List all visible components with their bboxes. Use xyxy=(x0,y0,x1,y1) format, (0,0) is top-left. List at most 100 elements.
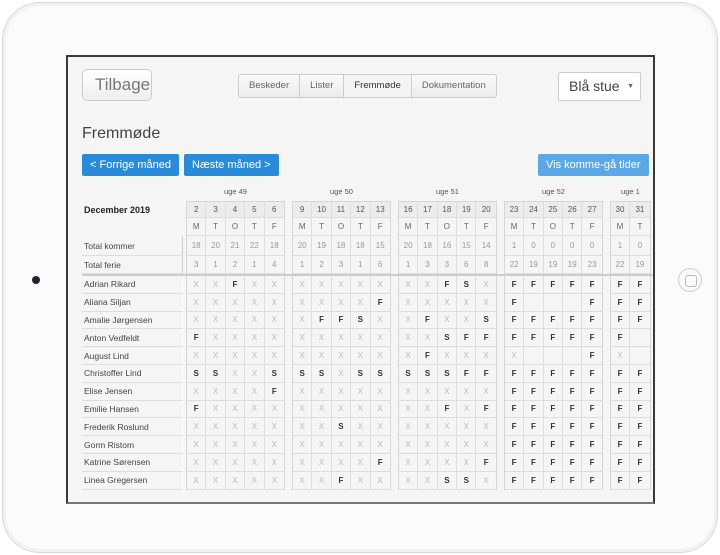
attendance-cell[interactable]: X xyxy=(187,347,207,365)
attendance-cell[interactable]: X xyxy=(225,471,246,490)
attendance-cell[interactable]: F xyxy=(524,311,544,330)
attendance-cell[interactable]: X xyxy=(370,312,390,330)
attendance-cell[interactable]: X xyxy=(418,293,438,312)
attendance-cell[interactable]: X xyxy=(225,436,246,454)
attendance-cell[interactable]: X xyxy=(418,400,438,419)
attendance-cell[interactable]: X xyxy=(292,418,313,437)
attendance-cell[interactable]: F xyxy=(563,400,583,419)
attendance-cell[interactable]: X xyxy=(292,347,313,365)
attendance-cell[interactable]: X xyxy=(418,471,438,490)
attendance-cell[interactable]: X xyxy=(398,418,419,437)
attendance-cell[interactable]: F xyxy=(312,311,332,330)
attendance-cell[interactable]: F xyxy=(610,329,631,348)
attendance-cell[interactable]: X xyxy=(187,436,207,454)
attendance-cell[interactable]: F xyxy=(543,453,564,472)
attendance-cell[interactable]: X xyxy=(245,418,265,437)
attendance-cell[interactable]: X xyxy=(312,329,332,348)
attendance-cell[interactable]: X xyxy=(351,471,371,490)
attendance-cell[interactable]: X xyxy=(312,400,332,419)
attendance-cell[interactable]: S xyxy=(292,364,313,383)
attendance-cell[interactable]: F xyxy=(524,400,544,419)
attendance-cell[interactable]: F xyxy=(630,401,650,419)
attendance-cell[interactable]: F xyxy=(582,347,602,365)
attendance-cell[interactable]: X xyxy=(351,329,371,348)
attendance-cell[interactable]: X xyxy=(457,382,477,401)
attendance-cell[interactable]: X xyxy=(206,276,226,294)
attendance-cell[interactable]: X xyxy=(476,276,496,294)
attendance-cell[interactable]: F xyxy=(187,400,207,419)
attendance-cell[interactable]: F xyxy=(370,294,390,312)
attendance-cell[interactable]: X xyxy=(312,347,332,365)
attendance-cell[interactable]: X xyxy=(418,329,438,348)
attendance-cell[interactable]: F xyxy=(543,418,564,437)
attendance-cell[interactable]: F xyxy=(524,453,544,472)
attendance-cell[interactable]: X xyxy=(351,347,371,365)
attendance-cell[interactable]: X xyxy=(418,418,438,437)
attendance-cell[interactable]: F xyxy=(563,453,583,472)
attendance-cell[interactable]: F xyxy=(331,471,352,490)
attendance-cell[interactable]: F xyxy=(370,454,390,472)
attendance-cell[interactable]: F xyxy=(476,365,496,383)
attendance-cell[interactable]: F xyxy=(476,401,496,419)
attendance-cell[interactable]: X xyxy=(225,418,246,437)
attendance-cell[interactable]: F xyxy=(457,329,477,348)
attendance-cell[interactable]: F xyxy=(504,471,525,490)
attendance-cell[interactable]: X xyxy=(264,436,284,454)
attendance-cell[interactable]: F xyxy=(504,364,525,383)
attendance-cell[interactable]: F xyxy=(504,418,525,437)
attendance-cell[interactable]: X xyxy=(225,364,246,383)
attendance-cell[interactable]: X xyxy=(476,418,496,437)
attendance-cell[interactable]: F xyxy=(418,311,438,330)
attendance-cell[interactable]: F xyxy=(543,364,564,383)
attendance-cell[interactable]: X xyxy=(398,311,419,330)
attendance-cell[interactable] xyxy=(630,347,650,365)
attendance-cell[interactable]: F xyxy=(264,383,284,401)
attendance-cell[interactable]: X xyxy=(187,311,207,330)
attendance-cell[interactable]: X xyxy=(187,471,207,490)
attendance-cell[interactable] xyxy=(524,347,544,365)
attendance-cell[interactable]: F xyxy=(504,311,525,330)
attendance-cell[interactable]: F xyxy=(630,365,650,383)
attendance-cell[interactable]: F xyxy=(504,436,525,454)
attendance-cell[interactable]: X xyxy=(206,311,226,330)
attendance-cell[interactable]: F xyxy=(418,347,438,365)
attendance-cell[interactable]: X xyxy=(264,418,284,437)
attendance-cell[interactable]: X xyxy=(457,418,477,437)
attendance-cell[interactable]: S xyxy=(476,312,496,330)
attendance-cell[interactable]: X xyxy=(206,471,226,490)
attendance-cell[interactable]: F xyxy=(524,382,544,401)
attendance-cell[interactable]: X xyxy=(351,418,371,437)
attendance-cell[interactable]: X xyxy=(292,471,313,490)
attendance-cell[interactable]: F xyxy=(582,436,602,454)
attendance-cell[interactable]: X xyxy=(351,453,371,472)
attendance-cell[interactable]: F xyxy=(543,436,564,454)
attendance-cell[interactable]: S xyxy=(351,311,371,330)
attendance-cell[interactable]: X xyxy=(331,400,352,419)
attendance-cell[interactable]: X xyxy=(225,293,246,312)
attendance-cell[interactable]: X xyxy=(187,293,207,312)
back-button[interactable]: Tilbage xyxy=(82,69,152,101)
attendance-cell[interactable]: X xyxy=(370,347,390,365)
attendance-cell[interactable] xyxy=(563,293,583,312)
attendance-cell[interactable]: F xyxy=(610,471,631,490)
attendance-cell[interactable]: X xyxy=(418,453,438,472)
attendance-cell[interactable]: F xyxy=(610,453,631,472)
attendance-cell[interactable]: X xyxy=(437,293,458,312)
attendance-cell[interactable]: X xyxy=(187,276,207,294)
attendance-cell[interactable]: F xyxy=(630,312,650,330)
attendance-cell[interactable]: X xyxy=(351,293,371,312)
attendance-cell[interactable]: X xyxy=(370,329,390,348)
attendance-cell[interactable]: F xyxy=(437,400,458,419)
attendance-cell[interactable]: X xyxy=(331,382,352,401)
attendance-cell[interactable]: S xyxy=(457,276,477,294)
attendance-cell[interactable]: X xyxy=(292,293,313,312)
attendance-cell[interactable]: X xyxy=(206,436,226,454)
attendance-cell[interactable]: X xyxy=(437,347,458,365)
attendance-cell[interactable]: X xyxy=(398,276,419,294)
attendance-cell[interactable]: X xyxy=(245,436,265,454)
attendance-cell[interactable]: F xyxy=(543,382,564,401)
attendance-cell[interactable]: X xyxy=(264,312,284,330)
attendance-cell[interactable]: F xyxy=(582,365,602,383)
attendance-cell[interactable]: X xyxy=(312,276,332,294)
attendance-cell[interactable]: X xyxy=(457,453,477,472)
